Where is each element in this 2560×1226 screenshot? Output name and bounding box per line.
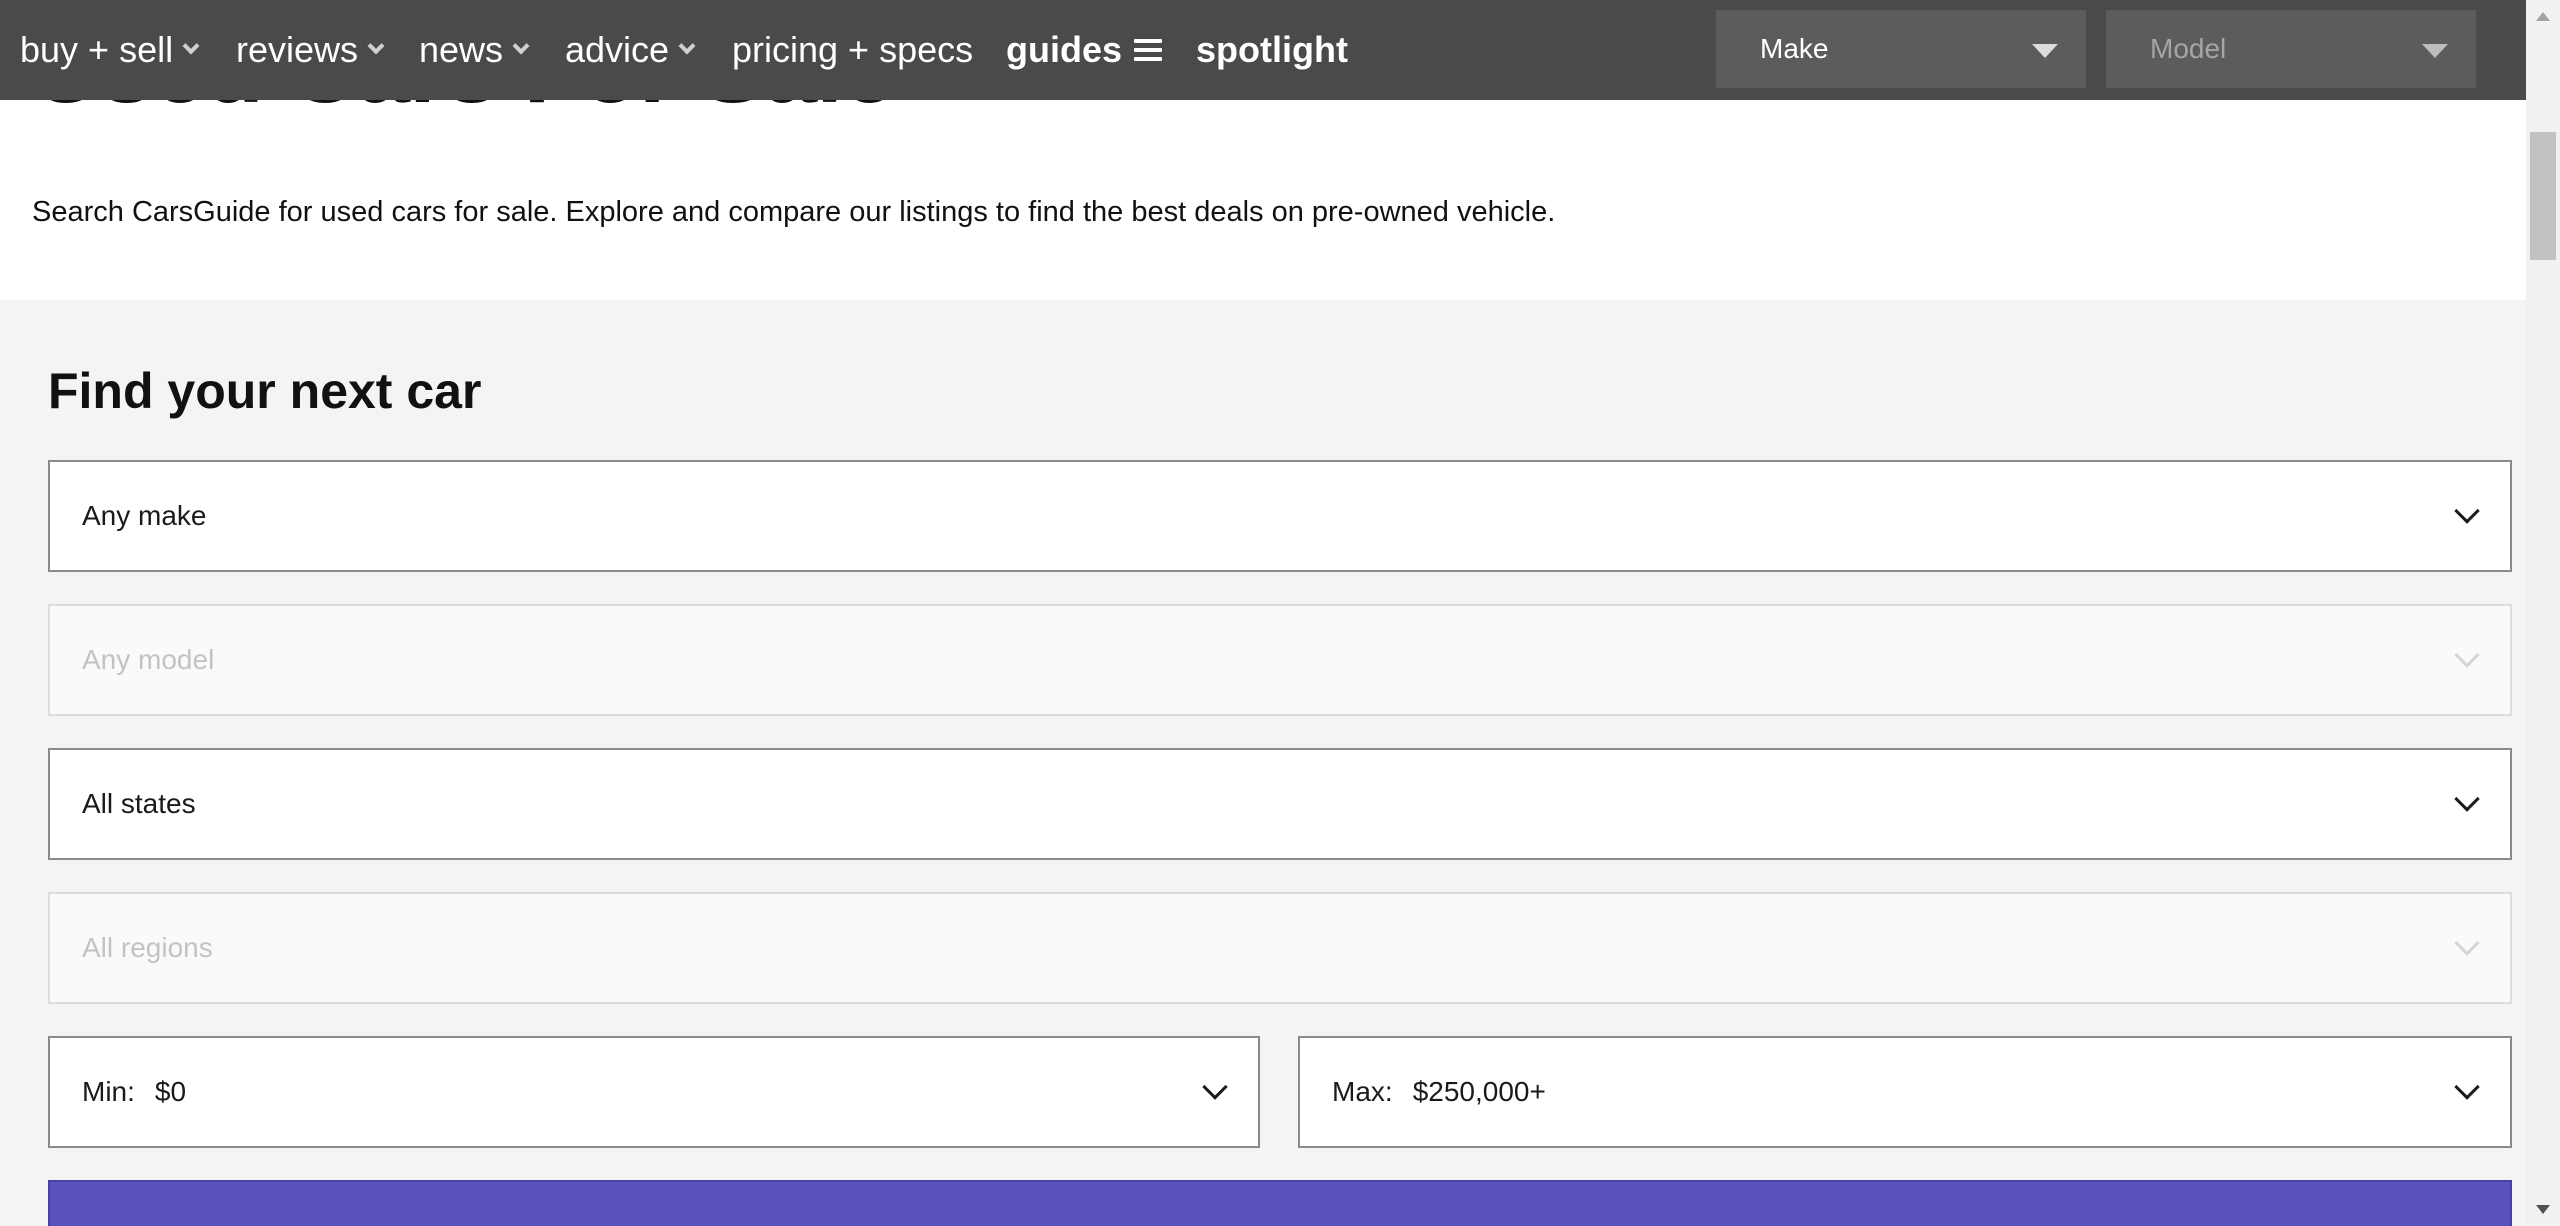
nav-news[interactable]: news	[419, 0, 530, 100]
chevron-down-icon	[182, 37, 200, 55]
nav-pricing-specs-label: pricing + specs	[732, 29, 974, 70]
nav-buy-sell-label: buy + sell	[20, 29, 174, 70]
nav-spotlight[interactable]: spotlight	[1196, 0, 1348, 100]
caret-down-icon	[2422, 44, 2448, 58]
nav-buy-sell[interactable]: buy + sell	[20, 0, 200, 100]
chevron-down-icon	[2454, 930, 2480, 956]
intro-text: Search CarsGuide for used cars for sale.…	[32, 196, 1556, 228]
region-select-value: All regions	[82, 932, 213, 963]
scrollbar-thumb[interactable]	[2530, 132, 2556, 260]
model-select-value: Any model	[82, 644, 215, 675]
nav-make-select-label: Make	[1760, 33, 1829, 64]
scroll-up-arrow-icon[interactable]	[2536, 12, 2550, 21]
chevron-down-icon	[512, 37, 530, 55]
min-price-select[interactable]: Min: $0	[48, 1036, 1260, 1148]
search-heading: Find your next car	[48, 363, 482, 419]
nav-reviews[interactable]: reviews	[236, 0, 385, 100]
page-content: Used Cars For Sale buy + sell reviews ne…	[0, 0, 2526, 1226]
model-select[interactable]: Any model	[48, 604, 2512, 716]
nav-pricing-specs[interactable]: pricing + specs	[732, 0, 973, 100]
search-submit-button[interactable]	[48, 1180, 2512, 1226]
nav-guides[interactable]: guides	[1006, 0, 1163, 100]
chevron-down-icon	[2454, 642, 2480, 668]
state-select-value: All states	[82, 788, 196, 819]
min-price-label: Min:	[82, 1076, 135, 1107]
chevron-down-icon	[678, 37, 696, 55]
vertical-scrollbar[interactable]	[2526, 0, 2560, 1226]
min-price-value: $0	[154, 1076, 187, 1107]
top-navigation: buy + sell reviews news advice pricing +…	[0, 0, 2526, 100]
max-price-select[interactable]: Max: $250,000+	[1298, 1036, 2512, 1148]
nav-spotlight-label: spotlight	[1196, 29, 1348, 70]
chevron-down-icon	[367, 37, 385, 55]
nav-model-select[interactable]: Model	[2106, 10, 2476, 88]
chevron-down-icon	[2454, 786, 2480, 812]
max-price-value: $250,000+	[1412, 1076, 1546, 1107]
chevron-down-icon	[2454, 1074, 2480, 1100]
state-select[interactable]: All states	[48, 748, 2512, 860]
make-select[interactable]: Any make	[48, 460, 2512, 572]
nav-advice-label: advice	[565, 29, 670, 70]
max-price-label: Max:	[1332, 1076, 1393, 1107]
region-select[interactable]: All regions	[48, 892, 2512, 1004]
caret-down-icon	[2032, 44, 2058, 58]
page: Used Cars For Sale buy + sell reviews ne…	[0, 0, 2560, 1226]
chevron-down-icon	[1202, 1074, 1228, 1100]
make-select-value: Any make	[82, 500, 207, 531]
scroll-down-arrow-icon[interactable]	[2536, 1205, 2550, 1214]
nav-advice[interactable]: advice	[565, 0, 696, 100]
search-section: Find your next car Any make Any model Al…	[0, 300, 2526, 1226]
nav-guides-label: guides	[1006, 29, 1123, 70]
nav-news-label: news	[419, 29, 504, 70]
hamburger-menu-icon	[1134, 39, 1163, 61]
nav-reviews-label: reviews	[236, 29, 359, 70]
chevron-down-icon	[2454, 498, 2480, 524]
nav-make-select[interactable]: Make	[1716, 10, 2086, 88]
nav-model-select-label: Model	[2150, 33, 2227, 64]
